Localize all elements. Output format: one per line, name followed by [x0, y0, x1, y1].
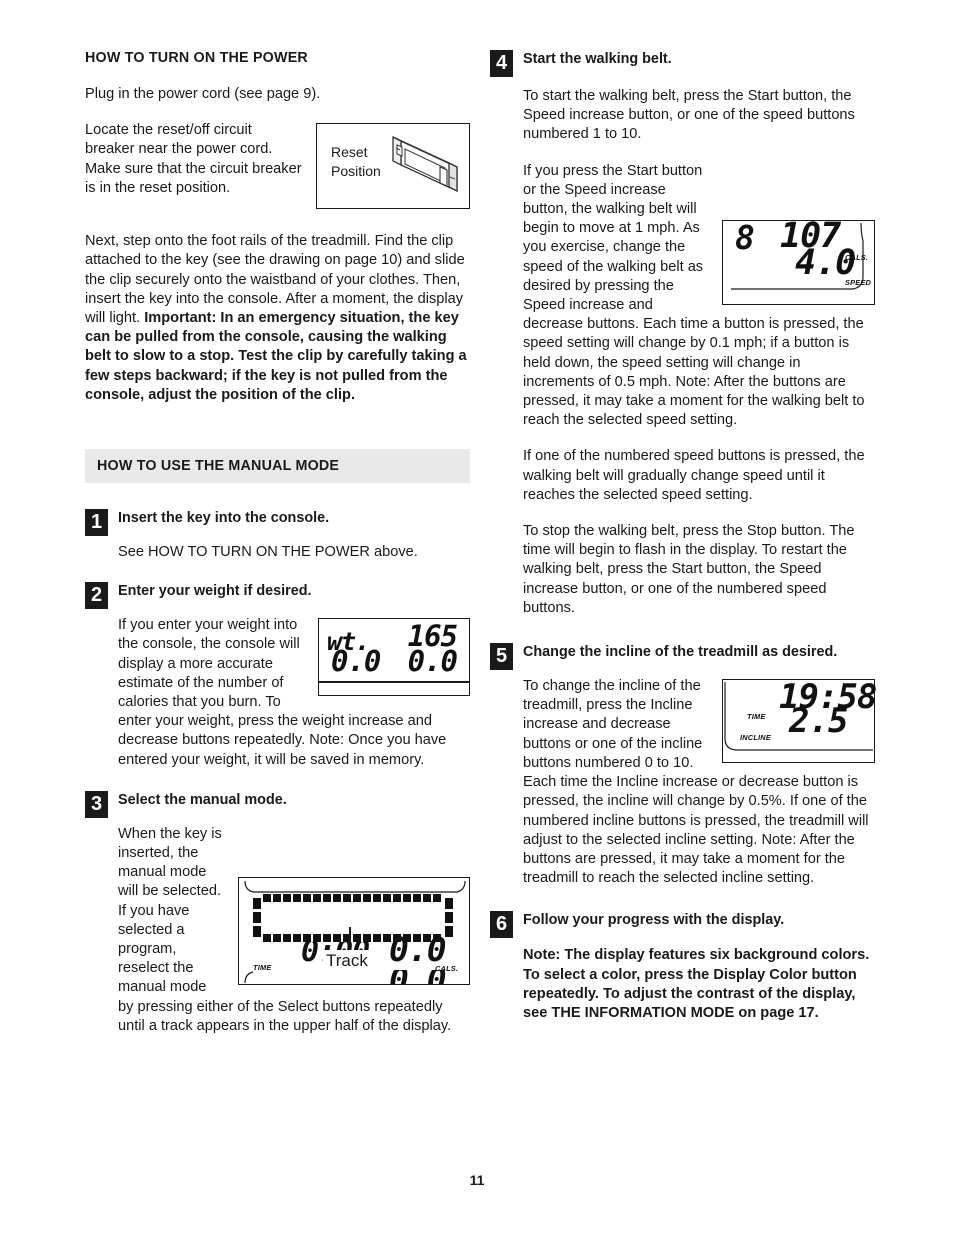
reset-label-line1: Reset — [331, 144, 368, 161]
reset-position-figure: Reset Position — [316, 123, 470, 210]
track-lcd-lower-partial-digits: 0.0 — [389, 970, 446, 984]
incline-lcd: TIME 19:58 INCLINE 2.5 — [722, 679, 877, 764]
section-heading-power: HOW TO TURN ON THE POWER — [85, 50, 308, 66]
step-4: 4 Start the walking belt. To start the w… — [490, 50, 875, 618]
step-3-title: Select the manual mode. — [118, 791, 287, 808]
speed-lcd-speed-label: SPEED — [845, 277, 872, 287]
track-lcd-figure: TIME 0:00 Track 0.0 CALS. 0.0 — [238, 876, 470, 985]
right-column: 4 Start the walking belt. To start the w… — [490, 50, 877, 1040]
step-4-title: Start the walking belt. — [523, 51, 672, 67]
reset-position-label: Reset Position — [331, 143, 381, 181]
circuit-breaker-switch-icon — [383, 129, 465, 210]
step-1: 1 Insert the key into the console. See H… — [85, 509, 470, 562]
speed-lcd-figure: 8 107 CALS. 4.0 SPEED — [722, 217, 875, 305]
track-callout-label: Track — [323, 949, 371, 972]
section-band-manual-mode: HOW TO USE THE MANUAL MODE — [85, 449, 470, 484]
step-2: 2 Enter your weight if desired. wt. 165 … — [85, 582, 470, 787]
incline-lcd-figure: TIME 19:58 INCLINE 2.5 — [722, 679, 877, 764]
step-6-number: 6 — [490, 911, 513, 939]
weight-lcd-figure: wt. 165 0.0 0.0 — [318, 618, 470, 697]
incline-lcd-time-label: TIME — [747, 712, 766, 722]
speed-lcd: 8 107 CALS. 4.0 SPEED — [722, 217, 875, 305]
step-5-body: TIME 19:58 INCLINE 2.5 To change the inc… — [523, 677, 877, 905]
step-1-body: See HOW TO TURN ON THE POWER above. — [118, 543, 470, 562]
weight-lcd: wt. 165 0.0 0.0 — [318, 618, 470, 697]
weight-lcd-divider — [319, 681, 469, 683]
step-4-paragraph-2-block: 8 107 CALS. 4.0 SPEED If you press the S… — [523, 162, 875, 448]
step-2-body: wt. 165 0.0 0.0 If you enter your weight… — [118, 616, 470, 787]
step-6-body: Note: The display features six backgroun… — [523, 946, 875, 1023]
step-3-number: 3 — [85, 790, 108, 818]
speed-lcd-speed-value: 4.0 — [795, 242, 856, 283]
step-5-title: Change the incline of the treadmill as d… — [523, 644, 838, 661]
step-6-note-paragraph: Note: The display features six backgroun… — [523, 947, 870, 1021]
step-5: 5 Change the incline of the treadmill as… — [490, 643, 877, 905]
document-page: HOW TO TURN ON THE POWER Plug in the pow… — [0, 0, 954, 1235]
step-4-paragraph-3: If one of the numbered speed buttons is … — [523, 448, 865, 503]
speed-lcd-track-value: 8 — [735, 217, 755, 257]
reset-label-line2: Position — [331, 163, 381, 180]
step-6: 6 Follow your progress with the display.… — [490, 911, 875, 1023]
left-column: HOW TO TURN ON THE POWER Plug in the pow… — [85, 50, 470, 1057]
reset-position-box: Reset Position — [316, 123, 470, 210]
incline-lcd-incline-value: 2.5 — [789, 701, 848, 742]
track-lcd-time-label: TIME — [253, 962, 272, 972]
track-lcd: TIME 0:00 Track 0.0 CALS. 0.0 — [238, 876, 470, 985]
incline-lcd-incline-label: INCLINE — [740, 733, 771, 743]
weight-lcd-left-lower-value: 0.0 — [331, 644, 381, 679]
page-number: 11 — [469, 1172, 485, 1188]
step-4-paragraph-4: To stop the walking belt, press the Stop… — [523, 523, 855, 616]
track-lcd-cals-value: 0.0 — [389, 929, 447, 969]
step-1-number: 1 — [85, 509, 108, 537]
step-1-paragraph: See HOW TO TURN ON THE POWER above. — [118, 544, 418, 561]
breaker-block: Reset Position Locate the reset/off circ… — [85, 121, 470, 215]
step-2-title: Enter your weight if desired. — [118, 583, 312, 600]
step-4-paragraph-1: To start the walking belt, press the Sta… — [523, 88, 855, 143]
step-1-title: Insert the key into the console. — [118, 510, 330, 527]
step-5-number: 5 — [490, 643, 513, 671]
step-2-number: 2 — [85, 582, 108, 610]
step-6-title: Follow your progress with the display. — [523, 912, 785, 929]
weight-lcd-right-lower-value: 0.0 — [407, 644, 458, 679]
step-3-body: TIME 0:00 Track 0.0 CALS. 0.0 When — [118, 825, 470, 1053]
paragraph-step-onto-rails: Next, step onto the foot rails of the tr… — [85, 232, 470, 405]
step-3: 3 Select the manual mode. TIME Track 0.0… — [85, 790, 470, 1053]
step-4-body: To start the walking belt, press the Sta… — [523, 87, 875, 618]
paragraph-plug-in-cord: Plug in the power cord (see page 9). — [85, 86, 321, 102]
step-4-number: 4 — [490, 50, 513, 77]
